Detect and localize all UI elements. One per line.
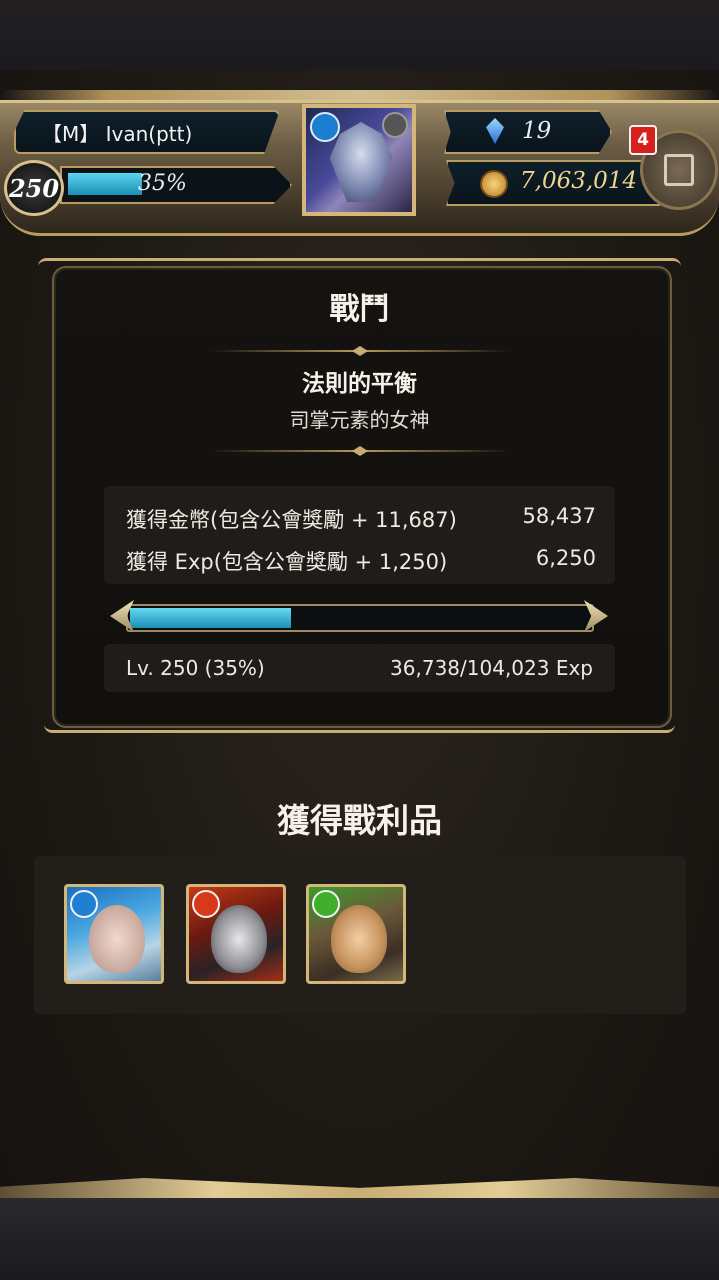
panel-ornament-bottom [44, 716, 675, 733]
coin-counter[interactable]: 7,063,014 [446, 160, 660, 206]
gem-count: 19 [522, 118, 552, 144]
bottom-bar [0, 1198, 719, 1280]
loot-item-wood-card[interactable] [306, 884, 406, 984]
notification-badge[interactable]: 4 [629, 125, 657, 155]
header-exp-percent: 35% [138, 171, 187, 196]
reward-coins-label: 獲得金幣(包含公會獎勵 + 11,687) [126, 508, 457, 532]
loot-item-water-card[interactable] [64, 884, 164, 984]
reward-coins-value: 58,437 [522, 504, 596, 528]
player-name-plate[interactable]: 【M】 Ivan(ptt) [14, 110, 280, 154]
character-portrait-icon [89, 905, 145, 973]
character-portrait-icon [331, 905, 387, 973]
coin-count: 7,063,014 [520, 168, 638, 194]
character-portrait-icon [211, 905, 267, 973]
progress-track [126, 604, 594, 632]
wood-element-icon [312, 890, 340, 918]
coin-icon [480, 170, 508, 198]
player-name: 【M】 Ivan(ptt) [42, 121, 193, 146]
progress-fill [130, 608, 291, 628]
battle-title: 戰鬥 [329, 292, 390, 327]
reward-summary: 獲得金幣(包含公會獎勵 + 11,687) 58,437 獲得 Exp(包含公會… [104, 486, 615, 584]
reward-row-coins: 獲得金幣(包含公會獎勵 + 11,687) 58,437 [126, 504, 596, 534]
player-level: 250 [4, 160, 64, 216]
level-progress-bar [110, 598, 608, 634]
water-element-icon [310, 112, 340, 142]
panel-ornament-top [38, 258, 681, 275]
gem-counter[interactable]: 19 [444, 110, 612, 154]
header-exp-fill [68, 173, 142, 195]
player-avatar[interactable] [302, 104, 416, 216]
divider-bottom [210, 450, 510, 452]
fire-element-icon [192, 890, 220, 918]
level-text: Lv. 250 (35%) [126, 656, 265, 680]
reward-exp-value: 6,250 [535, 546, 596, 570]
stage-subtitle: 司掌元素的女神 [289, 408, 430, 432]
loot-title: 獲得戰利品 [277, 801, 442, 840]
stage-name: 法則的平衡 [302, 371, 417, 397]
menu-icon [664, 154, 694, 186]
reward-row-exp: 獲得 Exp(包含公會獎勵 + 1,250) 6,250 [126, 546, 596, 576]
loot-item-fire-card[interactable] [186, 884, 286, 984]
divider-top [210, 350, 510, 352]
reward-exp-label: 獲得 Exp(包含公會獎勵 + 1,250) [126, 550, 448, 574]
water-element-icon [70, 890, 98, 918]
header-exp-bar: 35% [60, 166, 292, 204]
gem-icon [486, 118, 504, 144]
level-info: Lv. 250 (35%) 36,738/104,023 Exp [104, 644, 615, 692]
exp-text: 36,738/104,023 Exp [390, 656, 593, 680]
orb-icon [382, 112, 408, 138]
